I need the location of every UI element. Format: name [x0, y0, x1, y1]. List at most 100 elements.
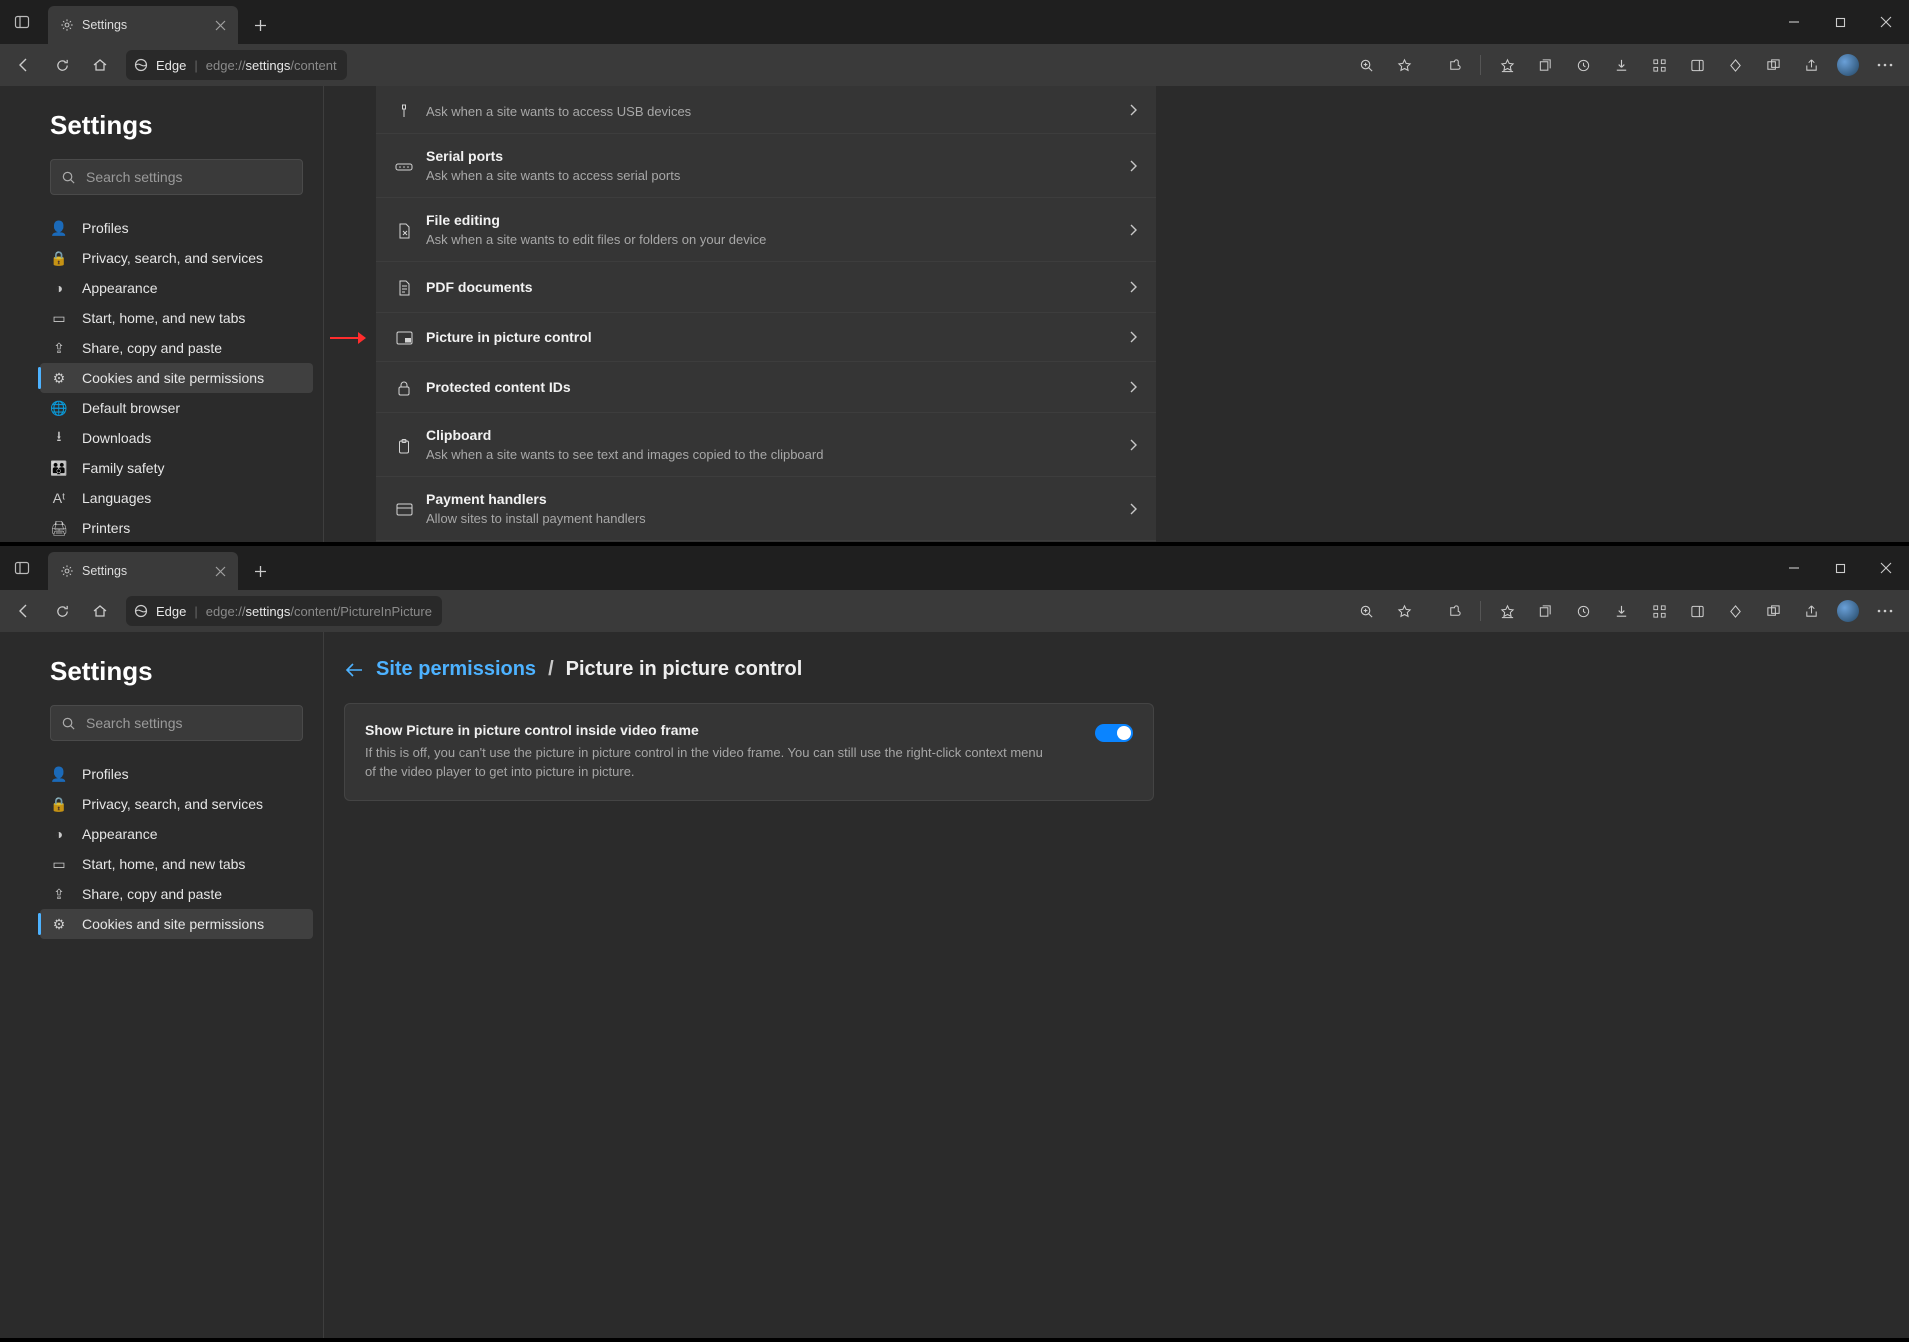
settings-row[interactable]: Picture in picture control [376, 313, 1156, 362]
search-settings[interactable] [50, 705, 303, 741]
apps-icon[interactable] [1641, 49, 1677, 81]
downloads-icon[interactable] [1603, 595, 1639, 627]
breadcrumb-back-icon[interactable] [344, 662, 364, 678]
clip-icon[interactable] [1717, 49, 1753, 81]
sidebar-item[interactable]: AᵗLanguages [40, 483, 313, 513]
profile-avatar[interactable] [1837, 600, 1859, 622]
extensions-icon[interactable] [1436, 595, 1472, 627]
toolbar: Edge | edge://settings/content [0, 44, 1909, 86]
favorites-bar-icon[interactable] [1489, 595, 1525, 627]
close-button[interactable] [1863, 546, 1909, 590]
sidebar-item[interactable]: ▭Start, home, and new tabs [40, 849, 313, 879]
tab-actions-button[interactable] [0, 546, 44, 590]
settings-row[interactable]: Protected content IDs [376, 362, 1156, 413]
pip-toggle[interactable] [1095, 724, 1133, 742]
sidebar-item[interactable]: ◑ Appearance [40, 273, 313, 303]
sidebar-item-label: Appearance [82, 280, 158, 296]
sidebar-icon[interactable] [1679, 595, 1715, 627]
settings-row[interactable]: File editingAsk when a site wants to edi… [376, 198, 1156, 262]
tab-actions-button[interactable] [0, 0, 44, 44]
titlebar: Settings [0, 0, 1909, 44]
collections-icon[interactable] [1527, 595, 1563, 627]
sidebar-item-icon: ▭ [50, 310, 68, 327]
sidebar-item[interactable]: ◑ Appearance [40, 819, 313, 849]
more-icon[interactable] [1867, 49, 1903, 81]
tab-settings[interactable]: Settings [48, 6, 238, 44]
minimize-button[interactable] [1771, 546, 1817, 590]
sidebar-item[interactable]: 👤Profiles [40, 759, 313, 789]
sidebar-item[interactable]: 🔒Privacy, search, and services [40, 243, 313, 273]
address-bar[interactable]: Edge | edge://settings/content [126, 50, 347, 80]
sidebar-item-label: Languages [82, 490, 151, 506]
sidebar-item[interactable]: ⭳Downloads [40, 423, 313, 453]
apps-icon[interactable] [1641, 595, 1677, 627]
new-tab-button[interactable] [238, 552, 282, 590]
refresh-button[interactable] [44, 595, 80, 627]
search-input[interactable] [86, 169, 292, 185]
sidebar-item-icon: ◑ [50, 280, 68, 296]
settings-row-desc: Ask when a site wants to access serial p… [426, 168, 1128, 183]
sidebar-item-icon: ◑ [50, 826, 68, 842]
search-input[interactable] [86, 715, 292, 731]
sidebar-item[interactable]: ⚙Cookies and site permissions [40, 363, 313, 393]
collections-icon[interactable] [1527, 49, 1563, 81]
breadcrumb-parent-link[interactable]: Site permissions [376, 658, 536, 681]
history-icon[interactable] [1565, 49, 1601, 81]
favorites-bar-icon[interactable] [1489, 49, 1525, 81]
sidebar-item-label: Appearance [82, 826, 158, 842]
zoom-icon[interactable] [1348, 49, 1384, 81]
close-button[interactable] [1863, 0, 1909, 44]
settings-row[interactable]: Ask when a site wants to access USB devi… [376, 86, 1156, 134]
extensions-icon[interactable] [1436, 49, 1472, 81]
new-tab-button[interactable] [238, 6, 282, 44]
minimize-button[interactable] [1771, 0, 1817, 44]
tab-groups-icon[interactable] [1755, 595, 1791, 627]
sidebar-item-icon: ⇪ [50, 886, 68, 903]
settings-row-title: PDF documents [426, 279, 1128, 295]
maximize-button[interactable] [1817, 0, 1863, 44]
chevron-right-icon [1128, 330, 1138, 344]
sidebar-item[interactable]: 🖨Printers [40, 513, 313, 542]
tab-groups-icon[interactable] [1755, 49, 1791, 81]
maximize-button[interactable] [1817, 546, 1863, 590]
search-settings[interactable] [50, 159, 303, 195]
sidebar-item[interactable]: 👤Profiles [40, 213, 313, 243]
sidebar-item[interactable]: ▭Start, home, and new tabs [40, 303, 313, 333]
clip-icon[interactable] [1717, 595, 1753, 627]
settings-row[interactable]: ClipboardAsk when a site wants to see te… [376, 413, 1156, 477]
toolbar: Edge | edge://settings/content/PictureIn… [0, 590, 1909, 632]
sidebar-item[interactable]: ⇪Share, copy and paste [40, 333, 313, 363]
sidebar-item[interactable]: 🌐Default browser [40, 393, 313, 423]
back-button[interactable] [6, 595, 42, 627]
home-button[interactable] [82, 49, 118, 81]
tab-close-icon[interactable] [215, 20, 226, 31]
share-icon[interactable] [1793, 49, 1829, 81]
settings-row[interactable]: Serial portsAsk when a site wants to acc… [376, 134, 1156, 198]
downloads-icon[interactable] [1603, 49, 1639, 81]
more-icon[interactable] [1867, 595, 1903, 627]
tab-close-icon[interactable] [215, 566, 226, 577]
tab-settings[interactable]: Settings [48, 552, 238, 590]
chevron-right-icon [1128, 380, 1138, 394]
pip-toggle-card: Show Picture in picture control inside v… [344, 703, 1154, 801]
sidebar-icon[interactable] [1679, 49, 1715, 81]
settings-row[interactable]: PDF documents [376, 262, 1156, 313]
back-button[interactable] [6, 49, 42, 81]
zoom-icon[interactable] [1348, 595, 1384, 627]
sidebar-item[interactable]: 👪Family safety [40, 453, 313, 483]
favorite-icon[interactable] [1386, 595, 1422, 627]
profile-avatar[interactable] [1837, 54, 1859, 76]
home-button[interactable] [82, 595, 118, 627]
share-icon[interactable] [1793, 595, 1829, 627]
browser-window-2: Settings Edge | edge://settings/content/… [0, 546, 1909, 1338]
refresh-button[interactable] [44, 49, 80, 81]
chevron-right-icon [1128, 502, 1138, 516]
sidebar-item[interactable]: ⇪Share, copy and paste [40, 879, 313, 909]
sidebar-item[interactable]: 🔒Privacy, search, and services [40, 789, 313, 819]
favorite-icon[interactable] [1386, 49, 1422, 81]
sidebar-item[interactable]: ⚙Cookies and site permissions [40, 909, 313, 939]
history-icon[interactable] [1565, 595, 1601, 627]
window-controls [1771, 0, 1909, 44]
lock-icon [390, 378, 418, 396]
address-bar[interactable]: Edge | edge://settings/content/PictureIn… [126, 596, 442, 626]
